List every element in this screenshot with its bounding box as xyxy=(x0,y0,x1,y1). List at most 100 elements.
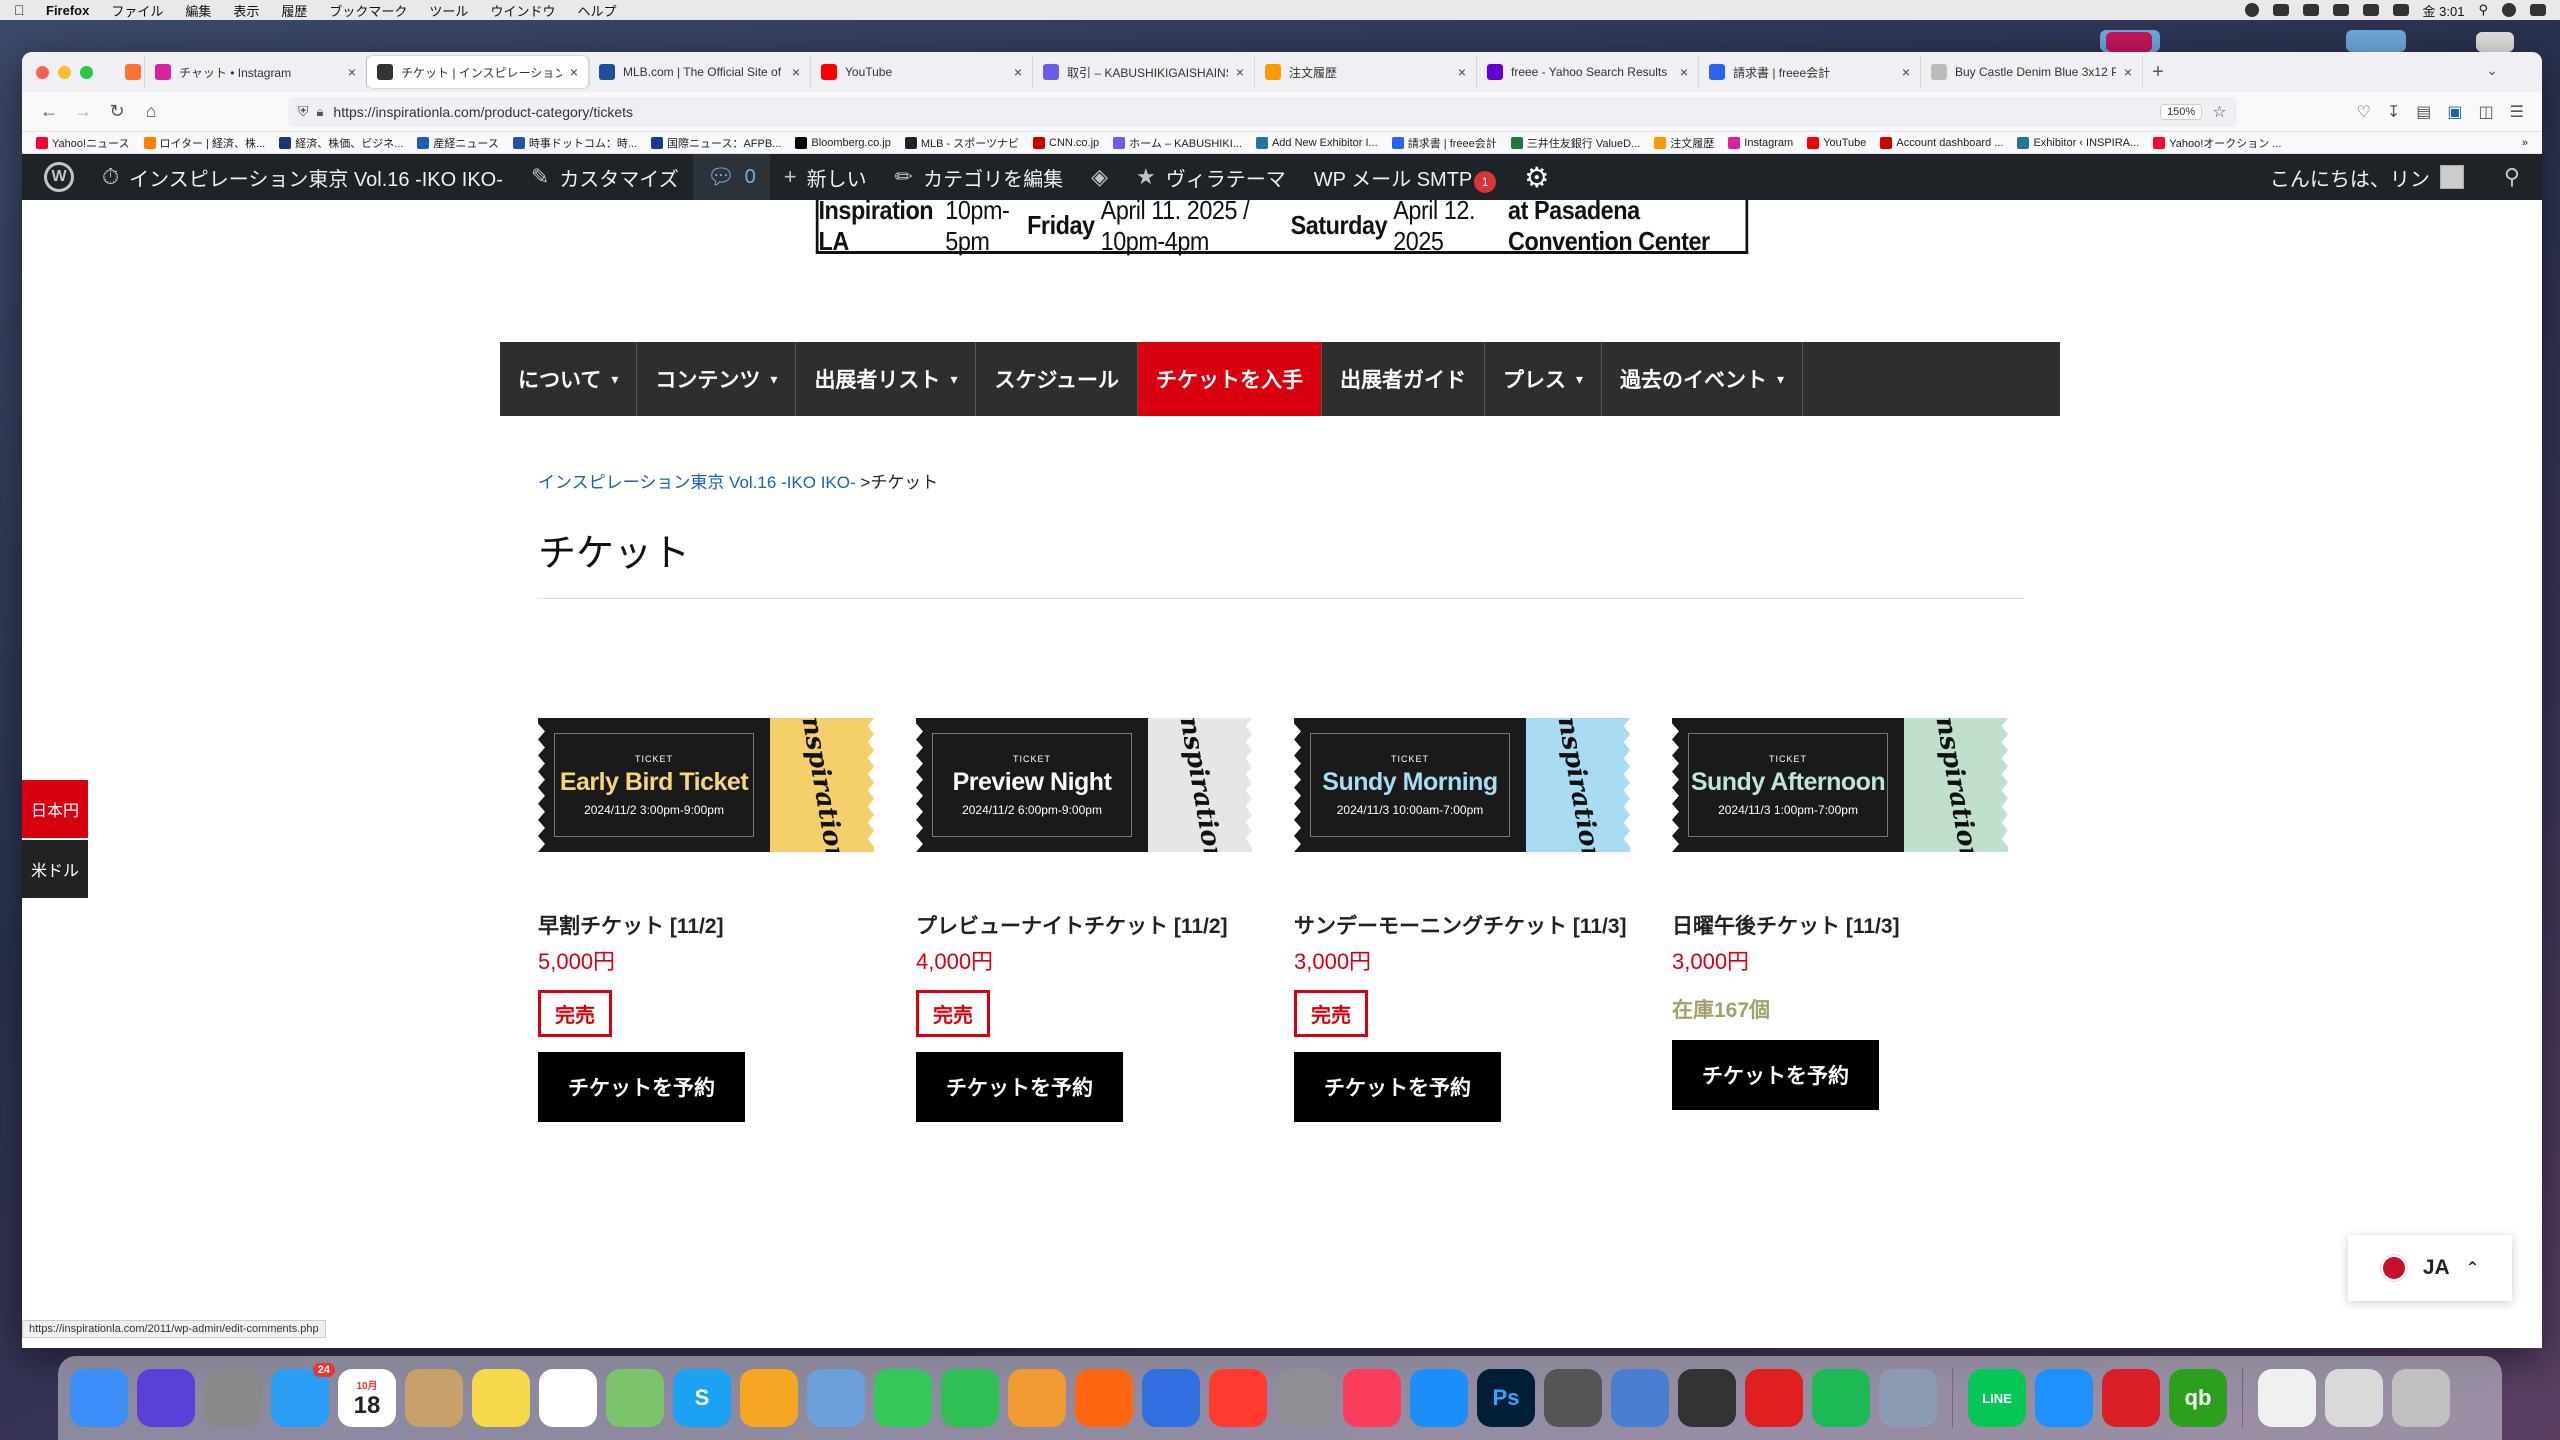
sidebar-icon[interactable]: ▤ xyxy=(2416,102,2431,122)
wp-comments[interactable]: 💬︎ 0 xyxy=(692,154,770,200)
creative-cloud-status-icon[interactable] xyxy=(2244,3,2259,17)
tab-close-icon[interactable]: × xyxy=(348,64,356,80)
news-icon[interactable] xyxy=(1209,1369,1267,1427)
browser-tab[interactable]: 注文履歴 × xyxy=(1255,56,1477,88)
browser-tab[interactable]: 取引 – KABUSHIKIGAISHAINSPI × xyxy=(1033,56,1255,88)
menu-edit[interactable]: 編集 xyxy=(185,1,211,20)
wp-site-name[interactable]: ⏱ インスピレーション東京 Vol.16 -IKO IKO- xyxy=(88,154,517,200)
extension-icon[interactable]: ▣ xyxy=(2447,102,2462,122)
desktop-app-icon[interactable] xyxy=(2106,32,2152,52)
quickbooks-icon[interactable]: qb xyxy=(2169,1369,2227,1427)
product-name[interactable]: 早割チケット [11/2] xyxy=(538,910,724,940)
messages-icon[interactable]: 24 xyxy=(271,1363,335,1427)
bookmark-item[interactable]: Exhibitor ‹ INSPIRA... xyxy=(2017,136,2139,149)
wp-search[interactable]: ⚲ xyxy=(2490,154,2534,200)
preview-2-icon[interactable] xyxy=(1611,1369,1669,1427)
siri-menubar-icon[interactable] xyxy=(2502,3,2516,17)
wp-settings-menu[interactable]: ⚙ xyxy=(1510,154,1563,200)
back-icon[interactable]: ← xyxy=(32,97,66,127)
ticket-image[interactable]: TICKET Sundy Afternoon 2024/11/3 1:00pm-7:… xyxy=(1672,718,2008,852)
zoom-level[interactable]: 150% xyxy=(2160,103,2203,120)
wifi-icon[interactable] xyxy=(2362,4,2379,16)
screenshot-icon[interactable] xyxy=(1544,1369,1602,1427)
apple-icon[interactable]:  xyxy=(14,3,28,17)
control-center-icon[interactable] xyxy=(2530,4,2546,16)
tab-close-icon[interactable]: × xyxy=(2124,64,2132,80)
nav-item[interactable]: 出展者ガイド xyxy=(1322,342,1485,416)
reserve-ticket-button[interactable]: チケットを予約 xyxy=(916,1052,1123,1122)
folder-icon[interactable] xyxy=(2325,1369,2383,1427)
downloads-icon[interactable]: ↧ xyxy=(2387,102,2400,122)
pages-icon[interactable] xyxy=(1008,1369,1066,1427)
bookmark-item[interactable]: 請求書 | freee会計 xyxy=(1391,135,1497,151)
nav-item[interactable]: チケットを入手 xyxy=(1138,342,1322,416)
contacts-icon[interactable] xyxy=(405,1369,463,1427)
home-icon[interactable]: ⌂ xyxy=(134,97,168,127)
language-switcher[interactable]: JA ⌃ xyxy=(2348,1235,2512,1301)
bookmark-item[interactable]: ホーム – KABUSHIKI... xyxy=(1113,135,1242,151)
bookmark-item[interactable]: CNN.co.jp xyxy=(1033,136,1099,149)
facetime-icon[interactable] xyxy=(874,1369,932,1427)
nav-item[interactable]: について ▾ xyxy=(500,342,638,416)
line-icon[interactable]: LINE xyxy=(1968,1369,2026,1427)
browser-tab[interactable] xyxy=(115,56,145,88)
new-tab-button[interactable]: + xyxy=(2143,61,2173,84)
forward-icon[interactable]: → xyxy=(66,97,100,127)
reload-icon[interactable]: ↻ xyxy=(100,97,134,127)
browser-tab[interactable]: freee - Yahoo Search Results × xyxy=(1477,56,1699,88)
photos-icon[interactable] xyxy=(740,1369,798,1427)
product-name[interactable]: プレビューナイトチケット [11/2] xyxy=(916,910,1228,940)
tab-close-icon[interactable]: × xyxy=(792,64,800,80)
browser-tab[interactable]: チケット | インスピレーション東 × xyxy=(367,56,589,88)
wp-logo-menu[interactable]: W xyxy=(30,154,88,200)
creative-cloud-icon[interactable] xyxy=(2102,1369,2160,1427)
browser-tab[interactable]: MLB.com | The Official Site of M × xyxy=(589,56,811,88)
extensions-icon[interactable]: ◫ xyxy=(2479,102,2494,122)
bookmarks-overflow-icon[interactable]: » xyxy=(2522,137,2528,149)
browser-tab[interactable]: Buy Castle Denim Blue 3x12 Po × xyxy=(1921,56,2143,88)
safari-icon[interactable] xyxy=(2035,1369,2093,1427)
browser-tab[interactable]: チャット • Instagram × xyxy=(145,56,367,88)
bookmark-item[interactable]: Yahoo!ニュース xyxy=(36,135,130,151)
ticket-image[interactable]: TICKET Preview Night 2024/11/2 6:00pm-9:00… xyxy=(916,718,1252,852)
music-icon[interactable] xyxy=(1343,1369,1401,1427)
finder-icon[interactable] xyxy=(70,1369,128,1427)
menu-window[interactable]: ウインドウ xyxy=(490,1,555,20)
bookmark-item[interactable]: 三井住友銀行 ValueD... xyxy=(1510,135,1640,151)
tab-close-icon[interactable]: × xyxy=(570,64,578,80)
input-method-icon[interactable] xyxy=(2332,4,2349,16)
nav-item[interactable]: プレス ▾ xyxy=(1485,342,1603,416)
url-text[interactable]: https://inspirationla.com/product-catego… xyxy=(333,104,633,120)
browser-tab[interactable]: 請求書 | freee会計 × xyxy=(1699,56,1921,88)
siri-icon[interactable] xyxy=(137,1369,195,1427)
reserve-ticket-button[interactable]: チケットを予約 xyxy=(538,1052,745,1122)
bookmark-item[interactable]: 時事ドットコム：時... xyxy=(512,135,637,151)
menu-app-name[interactable]: Firefox xyxy=(46,3,89,18)
bookmark-item[interactable]: MLB - スポーツナビ xyxy=(904,135,1019,151)
bookmark-item[interactable]: Bloomberg.co.jp xyxy=(795,136,891,149)
lock-icon[interactable]: 🔒︎ xyxy=(317,104,324,120)
tab-close-icon[interactable]: × xyxy=(1014,64,1022,80)
launchpad-icon[interactable] xyxy=(204,1369,262,1427)
tab-close-icon[interactable]: × xyxy=(1458,64,1466,80)
app-store-icon[interactable] xyxy=(1410,1369,1468,1427)
notes-icon[interactable] xyxy=(472,1369,530,1427)
bookmark-item[interactable]: Add New Exhibitor I... xyxy=(1255,136,1378,149)
wp-new-content[interactable]: + 新しい xyxy=(770,154,881,200)
menubar-clock[interactable]: 金 3:01 xyxy=(2423,1,2465,20)
bookmark-item[interactable]: YouTube xyxy=(1807,136,1866,149)
wp-edit-category[interactable]: ✏︎ カテゴリを編集 xyxy=(881,154,1077,200)
reserve-ticket-button[interactable]: チケットを予約 xyxy=(1294,1052,1501,1122)
menu-file[interactable]: ファイル xyxy=(111,1,163,20)
nav-item[interactable]: 過去のイベント ▾ xyxy=(1602,342,1804,416)
menu-help[interactable]: ヘルプ xyxy=(577,1,616,20)
document-icon[interactable] xyxy=(2258,1369,2316,1427)
trash-icon[interactable] xyxy=(2392,1369,2450,1427)
tab-close-icon[interactable]: × xyxy=(1680,64,1688,80)
breadcrumb-home-link[interactable]: インスピレーション東京 Vol.16 -IKO IKO- xyxy=(538,473,856,492)
menu-icon[interactable]: ☰ xyxy=(2510,102,2524,122)
bookmark-item[interactable]: 産経ニュース xyxy=(417,135,499,151)
close-window-button[interactable] xyxy=(36,65,49,79)
reserve-ticket-button[interactable]: チケットを予約 xyxy=(1672,1040,1879,1110)
bookmark-item[interactable]: ロイター | 経済、株... xyxy=(143,135,265,151)
